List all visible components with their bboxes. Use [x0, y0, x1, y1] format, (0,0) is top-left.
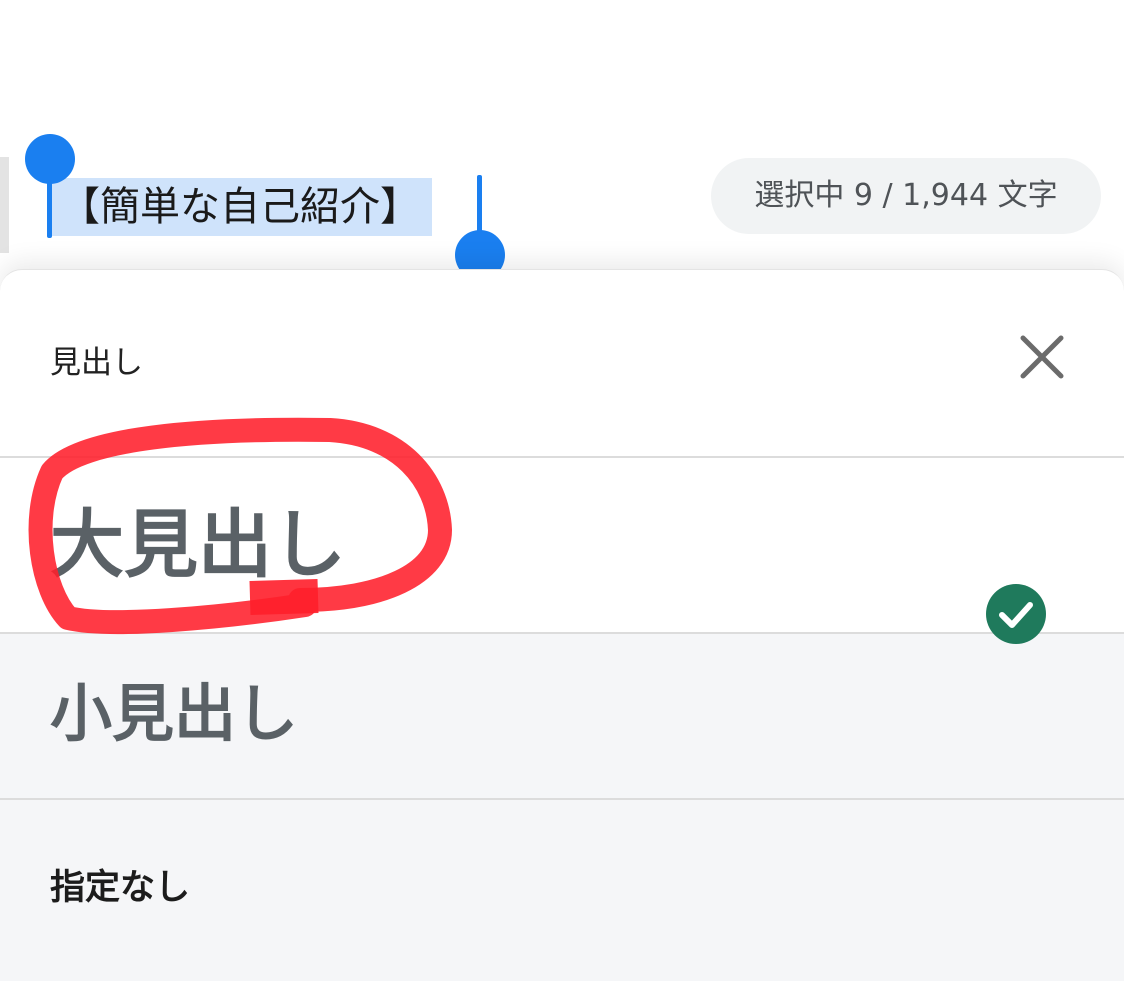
option-label: 小見出し: [50, 677, 299, 750]
check-circle-icon: [985, 583, 1047, 645]
editor-gutter: [0, 157, 9, 253]
sheet-title: 見出し: [50, 345, 143, 381]
close-button[interactable]: [1012, 327, 1072, 387]
option-no-heading[interactable]: 指定なし: [0, 800, 1124, 981]
option-label: 大見出し: [50, 502, 346, 588]
selected-text[interactable]: 【簡単な自己紹介】: [52, 178, 432, 236]
selection-count-badge: 選択中 9 / 1,944 文字: [711, 158, 1101, 234]
heading-sheet: 見出し 大見出し 小見出し 指定なし: [0, 269, 1124, 981]
option-small-heading[interactable]: 小見出し: [0, 634, 1124, 800]
selection-start-handle[interactable]: [25, 134, 75, 184]
sheet-header: 見出し: [0, 270, 1124, 458]
option-large-heading[interactable]: 大見出し: [0, 458, 1124, 634]
close-icon: [1020, 335, 1064, 379]
option-label: 指定なし: [50, 868, 191, 908]
selection-start-bar: [47, 178, 52, 238]
